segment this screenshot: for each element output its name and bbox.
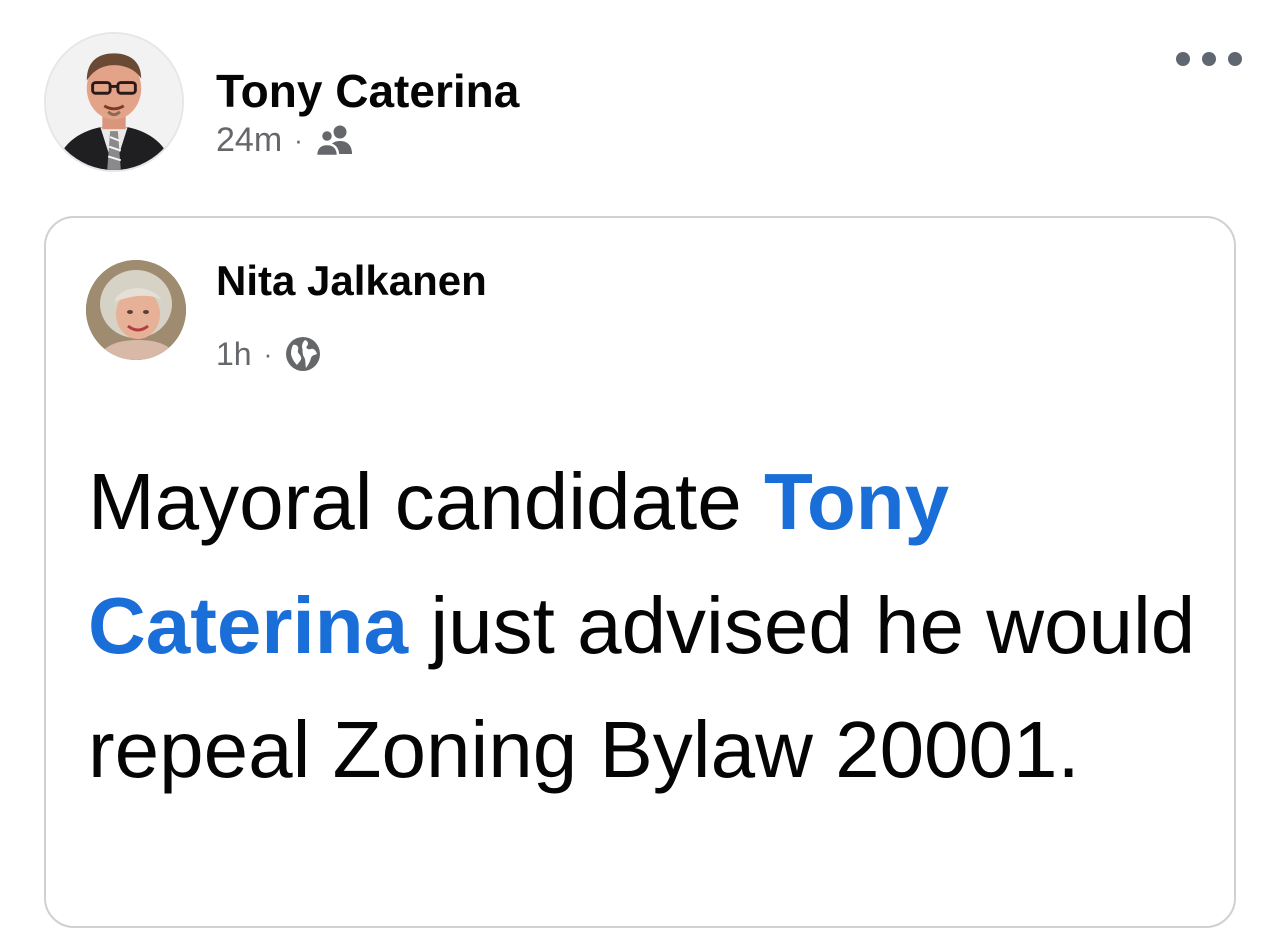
more-options-icon	[1202, 52, 1216, 66]
author-avatar[interactable]	[44, 32, 184, 172]
author-name[interactable]: Tony Caterina	[216, 68, 519, 114]
shared-post-meta: 1h ·	[216, 334, 322, 374]
friends-icon	[314, 123, 355, 157]
author-avatar-image	[46, 34, 182, 170]
post-text-prefix: Mayoral candidate	[88, 457, 764, 546]
post-timestamp[interactable]: 24m	[216, 121, 282, 160]
shared-author-avatar-image	[86, 260, 186, 360]
shared-post-card[interactable]: Nita Jalkanen 1h · Mayoral candidate Ton…	[44, 216, 1236, 928]
meta-separator: ·	[263, 338, 273, 369]
shared-post-text: Mayoral candidate Tony Caterina just adv…	[88, 440, 1208, 812]
globe-icon	[284, 335, 322, 373]
shared-author-name[interactable]: Nita Jalkanen	[216, 260, 487, 302]
post-meta: 24m ·	[216, 120, 355, 160]
meta-separator: ·	[294, 124, 303, 155]
shared-author-avatar[interactable]	[86, 260, 186, 360]
more-options-button[interactable]	[1176, 46, 1242, 72]
post-header: Tony Caterina 24m ·	[44, 32, 1244, 174]
more-options-icon	[1228, 52, 1242, 66]
more-options-icon	[1176, 52, 1190, 66]
shared-post-timestamp[interactable]: 1h	[216, 336, 252, 373]
